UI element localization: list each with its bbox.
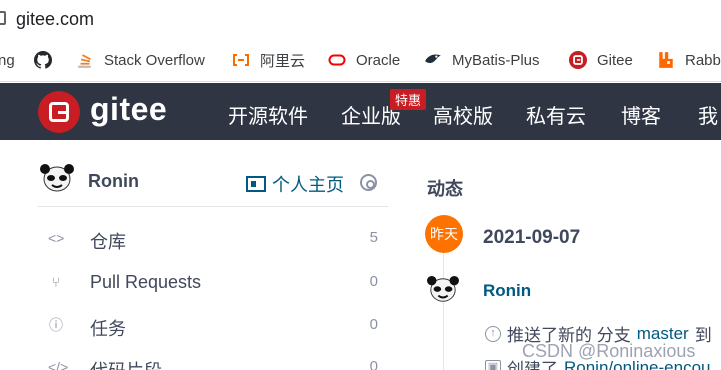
user-row: Ronin 个人主页 [38,163,388,203]
sidebar-item-count: 5 [369,229,378,246]
repo-icon: ▣ [485,359,501,370]
timeline-line [443,245,444,370]
bookmark-label: Gitee [597,51,633,69]
lock-icon [0,11,6,25]
nav-education[interactable]: 高校版 [433,100,493,129]
bookmark-mybatis[interactable]: MyBatis-Plus [424,50,540,70]
site-header: gitee 开源软件 企业版 特惠 高校版 私有云 博客 我 [0,83,721,140]
bookmark-gitee[interactable]: Gitee [569,50,633,70]
feed-date: 2021-09-07 [483,227,581,248]
address-bar[interactable]: gitee.com [0,0,721,38]
home-link[interactable]: 个人主页 [246,171,344,197]
sidebar-item-repos[interactable]: <> 仓库 5 [48,225,378,255]
bookmark-label: Oracle [356,51,401,69]
sidebar-item-pull-requests[interactable]: ⑂ Pull Requests 0 [48,269,378,299]
bookmark-stackoverflow[interactable]: Stack Overflow [76,50,205,70]
aliyun-icon [233,54,249,66]
nav-private-cloud[interactable]: 私有云 [526,100,586,129]
bookmark-label: Stack Overflow [104,51,205,69]
repo-icon: <> [48,230,65,246]
bookmark-label: 阿里云 [260,52,306,70]
bookmark-label: MyBatis-Plus [452,51,540,69]
bookmark-aliyun[interactable]: 阿里云 [232,50,305,70]
sidebar-item-label: 任务 [90,319,126,339]
sidebar-item-count: 0 [369,273,378,290]
bookmark-partial[interactable]: ng [0,50,15,70]
feed-line-suffix: 到 [694,326,712,345]
sidebar-item-count: 0 [369,358,378,370]
day-badge: 昨天 [425,215,463,253]
bookmarks-bar: ng Stack Overflow 阿里云 Oracle MyBatis-Plu… [0,38,721,82]
bookmark-label: Rabb [685,51,721,69]
stackoverflow-icon [78,54,91,68]
sidebar-item-label: 仓库 [90,232,126,252]
profile-card-icon [246,176,266,192]
feed-user[interactable]: Ronin [483,281,531,301]
user-name[interactable]: Ronin [88,171,139,192]
watermark: CSDN @Roninaxious [522,341,696,361]
oracle-icon [328,54,346,66]
pull-request-icon: ⑂ [51,274,61,290]
sidebar-item-count: 0 [369,316,378,333]
nav-open-source[interactable]: 开源软件 [228,100,308,129]
home-link-label: 个人主页 [272,175,344,195]
logo-text[interactable]: gitee [90,91,167,128]
sidebar-item-snippets[interactable]: </> 代码片段 0 [48,354,378,370]
gear-icon[interactable] [360,174,377,191]
divider [38,206,388,207]
nav-blog[interactable]: 博客 [621,100,661,129]
mybatis-icon [425,54,441,63]
nav-me[interactable]: 我 [698,100,718,129]
bookmark-github[interactable] [34,50,62,70]
avatar[interactable] [38,163,76,195]
feed-avatar[interactable] [425,275,461,305]
github-icon [34,51,52,69]
arrow-up-icon: ↑ [485,325,501,342]
sidebar-item-issues[interactable]: ⓘ 任务 0 [48,312,378,342]
gitee-logo-icon[interactable] [38,91,80,133]
code-snippet-icon: </> [48,359,69,370]
feed-title: 动态 [427,179,463,199]
url-text[interactable]: gitee.com [16,9,94,30]
bookmark-oracle[interactable]: Oracle [328,50,400,70]
sidebar-item-label: 代码片段 [90,357,162,370]
gitee-icon [569,51,587,69]
issue-icon: ⓘ [49,317,63,333]
bookmark-rabbitmq[interactable]: Rabb [657,50,721,70]
promo-badge: 特惠 [390,89,427,110]
sidebar-item-label: Pull Requests [90,272,202,292]
rabbitmq-icon [659,52,673,68]
bookmark-label: ng [0,51,15,69]
